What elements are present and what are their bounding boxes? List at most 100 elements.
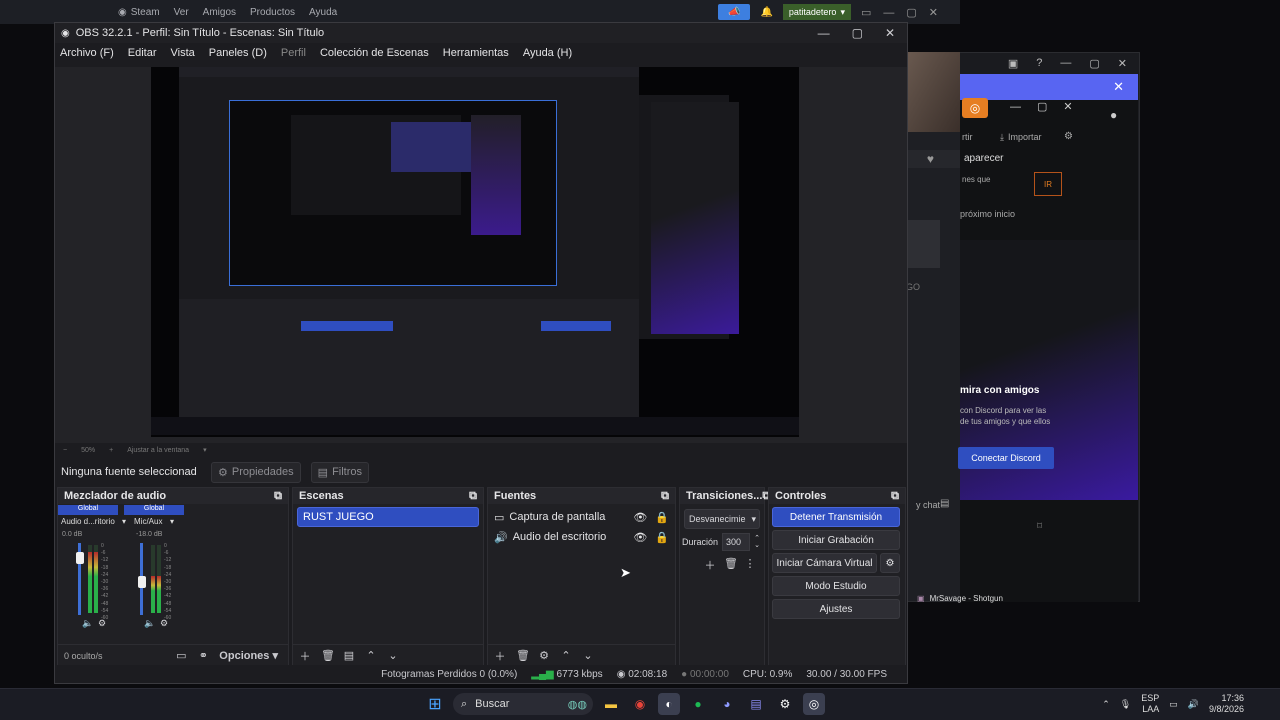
megaphone-icon[interactable]: 📣 <box>718 4 751 20</box>
settings-icon[interactable]: ⚙ <box>160 618 168 629</box>
add-icon[interactable]: ＋ <box>299 648 311 664</box>
screen-icon[interactable]: ▣ <box>1008 57 1018 71</box>
steam-menu-ayuda[interactable]: Ayuda <box>309 7 337 18</box>
arrow-down-icon[interactable]: ⌄ <box>387 649 399 662</box>
undock-icon[interactable]: ⧉ <box>274 490 282 503</box>
add-icon[interactable]: ＋ <box>494 648 506 664</box>
maximize-icon[interactable]: ▢ <box>852 26 863 40</box>
export-label[interactable]: rtir <box>962 132 973 142</box>
layout-icon[interactable]: ▭ <box>175 649 187 662</box>
speaker-icon[interactable]: 🔈 <box>144 618 155 629</box>
channel-2-fader-handle[interactable] <box>138 576 146 588</box>
more-icon[interactable]: ⋮ <box>744 557 756 573</box>
menu-ayuda[interactable]: Ayuda (H) <box>523 47 572 59</box>
eye-icon[interactable]: 👁 <box>633 531 647 544</box>
undock-icon[interactable]: ⧉ <box>891 490 899 503</box>
menu-paneles[interactable]: Paneles (D) <box>209 47 267 59</box>
transition-select[interactable]: Desvanecimie ▾ <box>684 509 760 529</box>
lock-icon[interactable]: 🔒 <box>655 531 669 544</box>
arrow-up-icon[interactable]: ⌃ <box>365 649 377 662</box>
menu-herramientas[interactable]: Herramientas <box>443 47 509 59</box>
start-virtual-camera-button[interactable]: Iniciar Cámara Virtual <box>772 553 877 573</box>
trash-icon[interactable]: 🗑 <box>516 649 530 662</box>
network-icon[interactable]: ▭ <box>1169 699 1178 710</box>
windows-start-icon[interactable]: ⊞ <box>424 693 446 715</box>
chevron-down-icon[interactable]: ▾ <box>122 517 126 526</box>
gear-icon[interactable]: ⚙ <box>880 553 900 573</box>
video-title[interactable]: ▣ MrSavage - Shotgun <box>917 594 1003 603</box>
mic-icon[interactable]: 🎙 <box>1120 699 1131 710</box>
stop-stream-button[interactable]: Detener Transmisión <box>772 507 900 527</box>
menu-editar[interactable]: Editar <box>128 47 157 59</box>
spotify-icon[interactable]: ● <box>687 693 709 715</box>
gear-icon[interactable]: ⚙ <box>1064 131 1073 142</box>
stepper-icon[interactable]: ⌃ ⌄ <box>754 535 760 549</box>
file-explorer-icon[interactable]: ▬ <box>600 693 622 715</box>
volume-icon[interactable]: 🔊 <box>1188 699 1199 710</box>
chat-icon[interactable]: ▤ <box>940 498 949 509</box>
teams-icon[interactable]: ▤ <box>745 693 767 715</box>
chrome-icon[interactable]: ◉ <box>629 693 651 715</box>
minimize-icon[interactable]: — <box>1060 57 1071 71</box>
source-item[interactable]: ▭ Captura de pantalla 👁 🔒 <box>488 507 675 527</box>
speaker-icon[interactable]: 🔈 <box>82 618 93 629</box>
steam-menu-amigos[interactable]: Amigos <box>203 7 236 18</box>
menu-coleccion-escenas[interactable]: Colección de Escenas <box>320 47 429 59</box>
close-icon[interactable]: ✕ <box>1113 79 1124 95</box>
connect-discord-button[interactable]: Conectar Discord <box>958 447 1054 469</box>
menu-vista[interactable]: Vista <box>171 47 195 59</box>
eye-icon[interactable]: 👁 <box>633 511 647 524</box>
discord-icon[interactable]: ◕ <box>716 693 738 715</box>
menu-perfil[interactable]: Perfil <box>281 47 306 59</box>
start-recording-button[interactable]: Iniciar Grabación <box>772 530 900 550</box>
steam-menu-ver[interactable]: Ver <box>174 7 189 18</box>
heart-icon[interactable]: ♥ <box>927 152 934 166</box>
steam-menu-steam[interactable]: ◉ Steam <box>118 7 160 18</box>
app-icon[interactable]: ⚙ <box>774 693 796 715</box>
taskbar-search[interactable]: ⌕ Buscar ◍◍ <box>453 693 593 715</box>
obs-icon[interactable]: ◎ <box>803 693 825 715</box>
zoom-out-icon[interactable]: − <box>63 447 67 454</box>
channel-1-fader-handle[interactable] <box>76 552 84 564</box>
arrow-down-icon[interactable]: ⌄ <box>582 649 594 662</box>
close-icon[interactable]: ✕ <box>885 26 895 40</box>
undock-icon[interactable]: ⧉ <box>469 490 477 503</box>
steam-window-controls[interactable]: ▭—▢✕ <box>861 6 950 19</box>
menu-archivo[interactable]: Archivo (F) <box>60 47 114 59</box>
zoom-in-icon[interactable]: + <box>109 447 113 454</box>
import-button[interactable]: ⤓ Importar <box>1000 132 1042 143</box>
zoom-mode[interactable]: Ajustar a la ventana <box>127 447 189 454</box>
trash-icon[interactable]: 🗑 <box>724 557 738 573</box>
trash-icon[interactable]: 🗑 <box>321 649 335 662</box>
ir-button[interactable]: IR <box>1034 172 1062 196</box>
arrow-up-icon[interactable]: ⌃ <box>560 649 572 662</box>
chevron-down-icon[interactable]: ▾ <box>203 446 207 454</box>
steam-icon[interactable]: ◐ <box>658 693 680 715</box>
link-icon[interactable]: ⚭ <box>197 649 209 662</box>
chevron-up-icon[interactable]: ⌃ <box>1102 699 1110 710</box>
add-icon[interactable]: ＋ <box>704 557 716 573</box>
steam-menu-productos[interactable]: Productos <box>250 7 295 18</box>
help-icon[interactable]: ? <box>1036 57 1042 71</box>
duration-input[interactable]: 300 <box>722 533 751 551</box>
chat-bubble-icon[interactable]: ● <box>1110 108 1117 122</box>
chevron-down-icon[interactable]: ▾ <box>170 517 174 526</box>
bell-icon[interactable]: 🔔 <box>760 7 772 18</box>
stream-preview[interactable] <box>151 67 799 437</box>
overlay-window-controls[interactable]: —▢✕ <box>1010 100 1089 113</box>
scene-item[interactable]: RUST JUEGO <box>297 507 479 527</box>
lock-icon[interactable]: 🔒 <box>655 511 669 524</box>
settings-icon[interactable]: ⚙ <box>98 618 106 629</box>
filter-icon[interactable]: ▤ <box>343 649 355 662</box>
clock[interactable]: 17:36 9/8/2026 <box>1209 693 1244 715</box>
studio-mode-button[interactable]: Modo Estudio <box>772 576 900 596</box>
undock-icon[interactable]: ⧉ <box>661 490 669 503</box>
bookmark-icon[interactable]: ⌑ <box>1037 521 1042 532</box>
settings-button[interactable]: Ajustes <box>772 599 900 619</box>
properties-button[interactable]: ⚙ Propiedades <box>211 461 301 483</box>
maximize-icon[interactable]: ▢ <box>1089 57 1099 71</box>
minimize-icon[interactable]: — <box>818 26 830 40</box>
steam-user-button[interactable]: patitadetero ▾ <box>782 4 851 20</box>
filters-button[interactable]: ▤ Filtros <box>310 461 370 483</box>
source-item[interactable]: 🔊 Audio del escritorio 👁 🔒 <box>488 527 675 547</box>
